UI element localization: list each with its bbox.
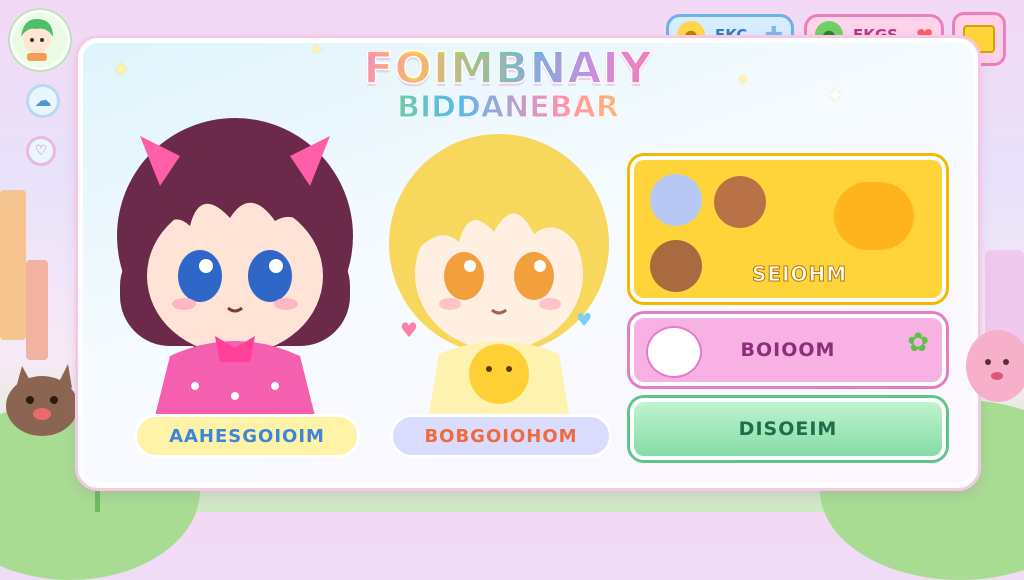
speech-bubble-icon: ☁ <box>34 91 52 111</box>
game-title: FOIMBNAIY BIDDANEBAR <box>358 43 658 124</box>
clover-icon: ✿ <box>907 328 930 358</box>
side-button-chat[interactable]: ☁ <box>26 84 60 118</box>
menu-card-1[interactable]: SEIOHM <box>630 156 946 302</box>
menu-card-2[interactable]: BOIOOM ✿ <box>630 314 946 386</box>
sparkle-icon: ✦ <box>826 84 845 109</box>
heart-decoration-icon: ♥ <box>400 318 418 342</box>
mini-character-cat-icon <box>650 240 702 292</box>
menu-card-1-label: SEIOHM <box>751 262 848 287</box>
cat-face-icon <box>646 326 702 378</box>
game-title-line2: BIDDANEBAR <box>358 91 658 124</box>
menu-card-2-label: BOIOOM <box>740 339 836 361</box>
pet-creature-right <box>964 326 1024 406</box>
heart-icon: ♡ <box>34 143 48 159</box>
green-hair-avatar-icon <box>21 19 53 61</box>
side-button-settings[interactable]: ♡ <box>26 136 56 166</box>
left-character-name: AAHESGOIOIM <box>169 425 325 447</box>
yellow-blob-mascot-icon <box>834 182 914 250</box>
menu-card-3[interactable]: DISOEIM <box>630 398 946 460</box>
game-title-line1: FOIMBNAIY <box>358 43 658 95</box>
left-character-name-plate[interactable]: AAHESGOIOIM <box>134 414 360 458</box>
right-character-name-plate[interactable]: BOBGOIOHOM <box>390 414 612 458</box>
sparkle-icon: ✦ <box>310 40 324 59</box>
right-character-name: BOBGOIOHOM <box>424 425 578 447</box>
character-left[interactable] <box>100 86 370 416</box>
player-avatar[interactable] <box>10 10 70 70</box>
heart-decoration-icon: ♥ <box>576 310 593 331</box>
mini-character-brown-icon <box>714 176 766 228</box>
character-right[interactable] <box>384 124 614 414</box>
sparkle-icon: ✦ <box>736 70 750 89</box>
menu-card-3-label: DISOEIM <box>738 418 838 440</box>
mini-character-blue-icon <box>650 174 702 226</box>
sparkle-icon: ✦ <box>112 58 131 83</box>
pet-creature-left <box>2 360 84 440</box>
